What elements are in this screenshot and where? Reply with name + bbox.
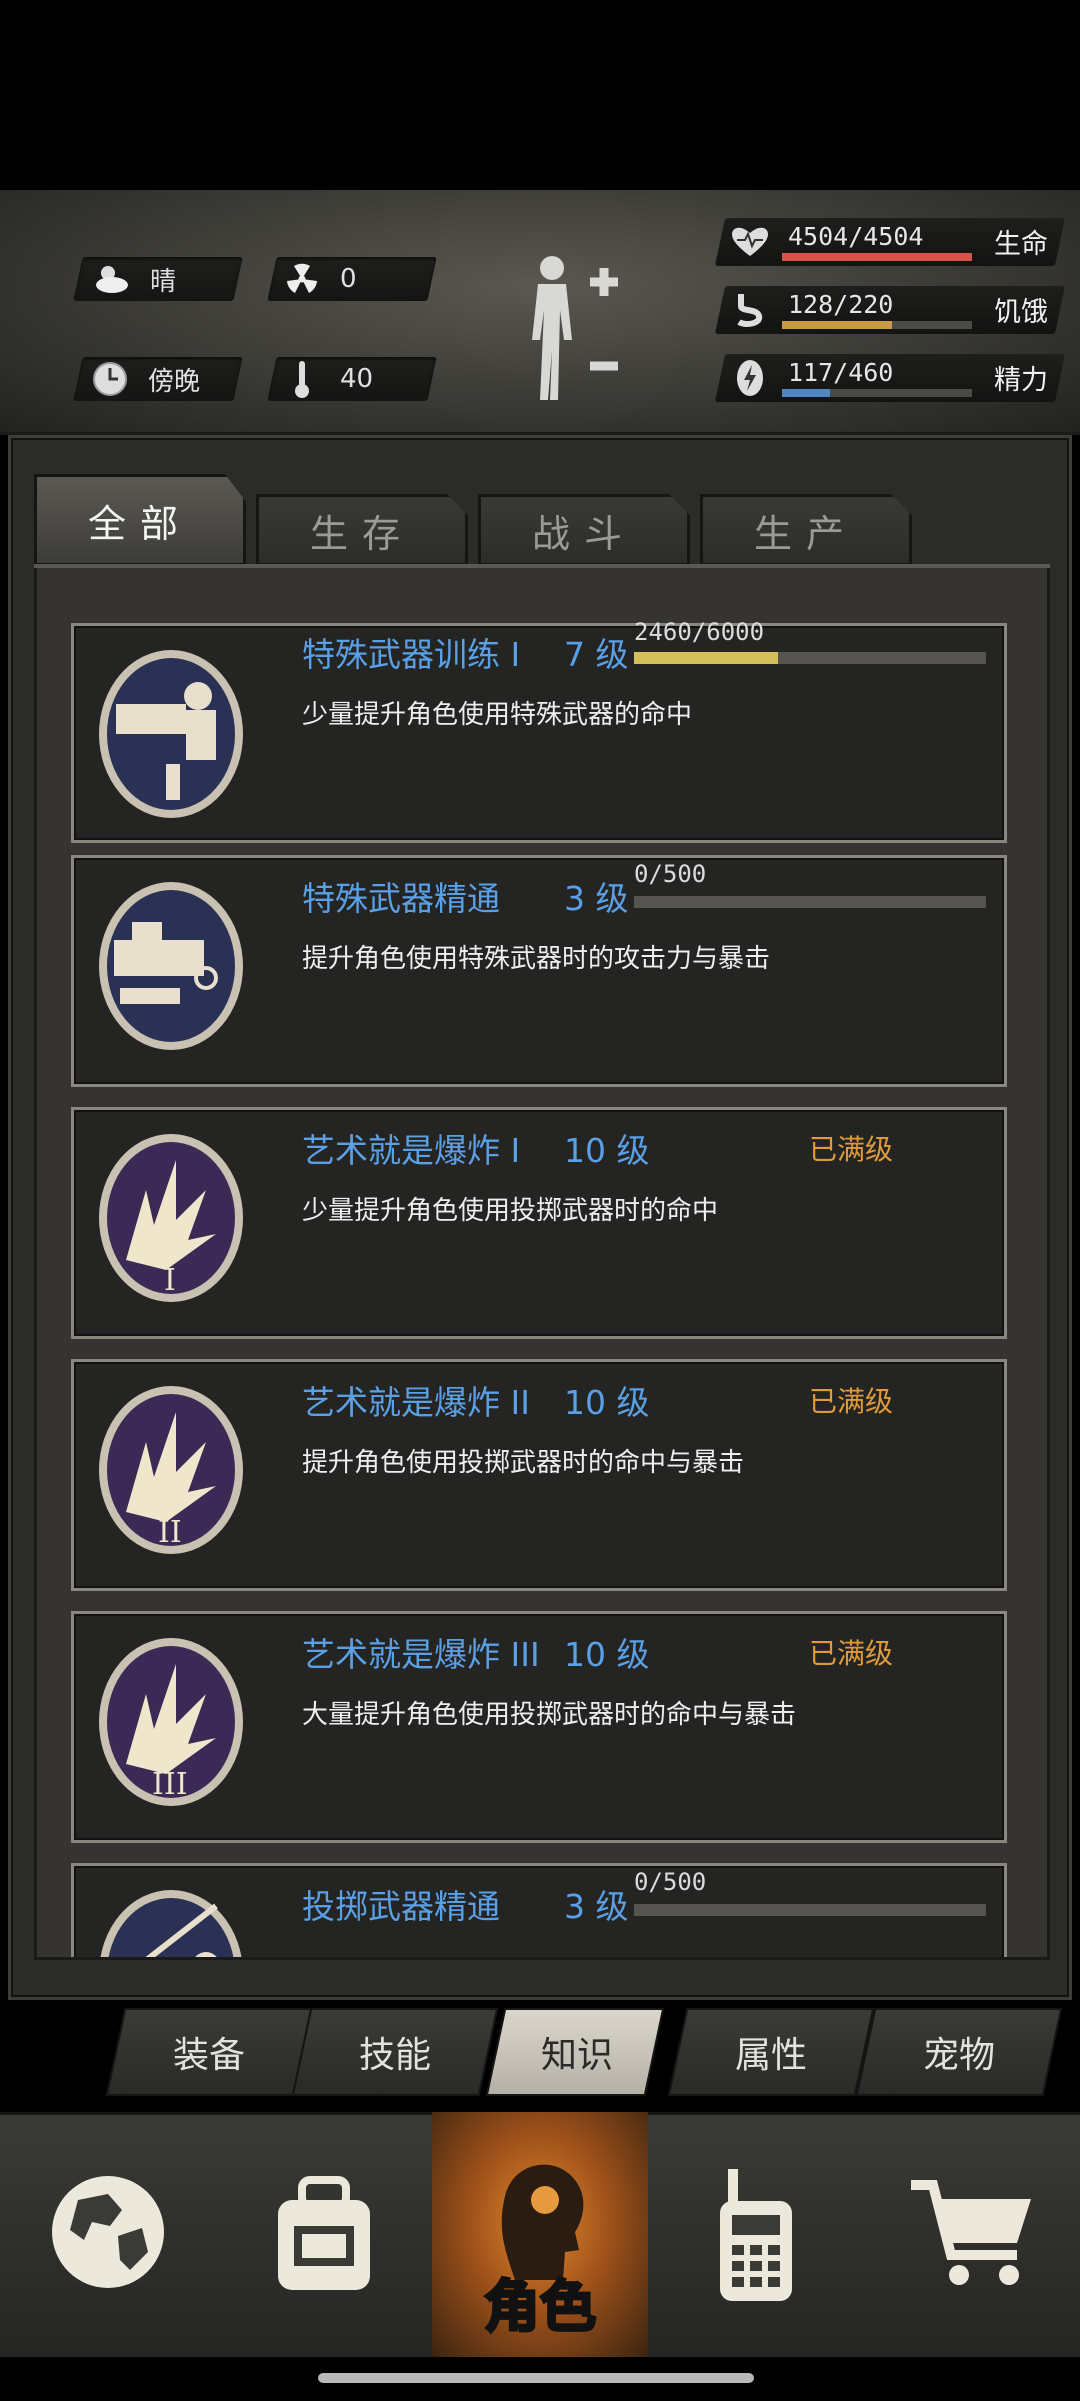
cloud-icon xyxy=(92,259,132,299)
skill-description: 少量提升角色使用特殊武器的命中 xyxy=(302,700,693,730)
health-bar-fill xyxy=(782,253,972,261)
svg-text:III: III xyxy=(152,1767,188,1802)
thermometer-icon xyxy=(282,359,322,399)
list-item[interactable]: II 艺术就是爆炸 II 10 级 已满级 提升角色使用投掷武器时的命中与暴击 xyxy=(71,1359,1007,1591)
hunger-bar-fill xyxy=(782,321,893,329)
health-label: 生命 xyxy=(994,229,1048,260)
hunger-stat: 128/220 饥饿 xyxy=(714,286,1066,334)
character-subtabs: 装备 技能 知识 属性 宠物 xyxy=(105,2008,1065,2098)
subtab-knowledge[interactable]: 知识 xyxy=(483,2008,671,2096)
skill-name: 投掷武器精通 xyxy=(302,1887,500,1926)
gatling-gun-icon xyxy=(99,882,243,1050)
explosion-icon: I xyxy=(99,1134,243,1302)
clock-icon xyxy=(90,359,130,399)
backpack-icon xyxy=(278,2175,370,2290)
svg-text:II: II xyxy=(158,1515,182,1550)
subtab-pets[interactable]: 宠物 xyxy=(865,2008,1053,2096)
list-item[interactable]: 2460/6000 特殊武器训练 I 7 级 少量提升角色使用特殊武器的命中 xyxy=(71,618,1007,843)
temperature-value: 40 xyxy=(340,364,374,394)
skill-level: 3 级 xyxy=(564,879,629,918)
skill-name: 艺术就是爆炸 III xyxy=(302,1635,540,1674)
hunger-value: 128/220 xyxy=(788,290,894,319)
gatling-gunner-icon xyxy=(99,650,243,818)
skill-level: 10 级 xyxy=(564,1383,650,1422)
svg-text:I: I xyxy=(164,1263,176,1298)
walkie-talkie-icon xyxy=(720,2168,792,2301)
tab-survival[interactable]: 生存 xyxy=(256,494,468,566)
tab-production[interactable]: 生产 xyxy=(700,494,912,566)
nav-character-label: 角色 xyxy=(483,2274,598,2342)
skill-description: 提升角色使用投掷武器时的命中与暴击 xyxy=(302,1448,745,1478)
energy-value: 117/460 xyxy=(788,358,894,387)
xp-bar xyxy=(634,652,986,664)
max-level-badge: 已满级 xyxy=(809,1385,894,1418)
skill-description: 大量提升角色使用投掷武器时的命中与暴击 xyxy=(302,1700,797,1730)
list-item[interactable]: 0/500 特殊武器精通 3 级 提升角色使用特殊武器时的攻击力与暴击 xyxy=(71,855,1007,1087)
xp-bar-fill xyxy=(634,652,779,664)
stomach-icon xyxy=(730,290,770,330)
health-bar xyxy=(782,253,972,261)
xp-bar xyxy=(634,896,986,908)
energy-stat: 117/460 精力 xyxy=(714,354,1066,402)
skill-level: 3 级 xyxy=(564,1887,629,1926)
skill-level: 10 级 xyxy=(564,1131,650,1170)
nav-shop-button[interactable] xyxy=(864,2112,1080,2357)
max-level-badge: 已满级 xyxy=(809,1637,894,1670)
list-item[interactable]: I 艺术就是爆炸 I 10 级 已满级 少量提升角色使用投掷武器时的命中 xyxy=(71,1107,1007,1339)
body-status-icon[interactable] xyxy=(520,250,640,410)
nav-character-button[interactable]: 角色 xyxy=(432,2112,648,2357)
heart-icon xyxy=(730,222,770,262)
globe-icon xyxy=(52,2175,164,2288)
skill-description: 少量提升角色使用投掷武器时的命中 xyxy=(302,1196,719,1226)
time-label: 傍晚 xyxy=(148,366,201,397)
hunger-bar xyxy=(782,321,972,329)
tab-combat[interactable]: 战斗 xyxy=(478,494,690,566)
radiation-value: 0 xyxy=(340,264,357,294)
xp-bar xyxy=(634,1904,986,1916)
tab-all[interactable]: 全部 xyxy=(34,474,246,566)
cart-icon xyxy=(911,2179,1031,2285)
throw-icon xyxy=(100,1890,242,1957)
hunger-label: 饥饿 xyxy=(994,297,1048,328)
list-item[interactable]: III 艺术就是爆炸 III 10 级 已满级 大量提升角色使用投掷武器时的命中… xyxy=(71,1611,1007,1843)
xp-value: 2460/6000 xyxy=(634,618,765,646)
xp-value: 0/500 xyxy=(634,1868,707,1896)
skill-name: 特殊武器训练 I xyxy=(302,635,521,674)
nav-radio-button[interactable] xyxy=(648,2112,864,2357)
time-chip: 傍晚 xyxy=(90,357,200,401)
skill-name: 特殊武器精通 xyxy=(302,879,500,918)
skill-name: 艺术就是爆炸 I xyxy=(302,1131,521,1170)
subtab-skills[interactable]: 技能 xyxy=(301,2008,489,2096)
nav-map-button[interactable] xyxy=(0,2112,216,2357)
energy-label: 精力 xyxy=(994,365,1048,396)
health-value: 4504/4504 xyxy=(788,222,924,251)
weather-label: 晴 xyxy=(150,266,177,297)
nav-backpack-button[interactable] xyxy=(216,2112,432,2357)
skill-level: 10 级 xyxy=(564,1635,650,1674)
radiation-icon xyxy=(282,259,322,299)
xp-value: 0/500 xyxy=(634,860,707,888)
status-bar-area xyxy=(0,0,1080,190)
category-tabs: 全部 生存 战斗 生产 xyxy=(34,474,914,566)
skill-name: 艺术就是爆炸 II xyxy=(302,1383,530,1422)
health-stat: 4504/4504 生命 xyxy=(714,218,1066,266)
home-indicator[interactable] xyxy=(318,2373,754,2383)
explosion-icon: III xyxy=(99,1638,243,1806)
skill-level: 7 级 xyxy=(564,635,629,674)
subtab-attributes[interactable]: 属性 xyxy=(677,2008,865,2096)
explosion-icon: II xyxy=(99,1386,243,1554)
energy-bolt-icon xyxy=(730,358,770,398)
energy-bar xyxy=(782,389,972,397)
skill-description: 提升角色使用特殊武器时的攻击力与暴击 xyxy=(302,944,771,974)
energy-bar-fill xyxy=(782,389,830,397)
temperature-chip: 40 xyxy=(282,357,373,401)
radiation-chip: 0 xyxy=(282,257,357,301)
weather-chip: 晴 xyxy=(92,257,176,301)
list-item[interactable]: 0/500 投掷武器精通 3 级 xyxy=(71,1863,1007,1957)
max-level-badge: 已满级 xyxy=(809,1133,894,1166)
skill-list[interactable]: 2460/6000 特殊武器训练 I 7 级 少量提升角色使用特殊武器的命中 0… xyxy=(34,568,1050,1960)
subtab-equipment[interactable]: 装备 xyxy=(115,2008,303,2096)
